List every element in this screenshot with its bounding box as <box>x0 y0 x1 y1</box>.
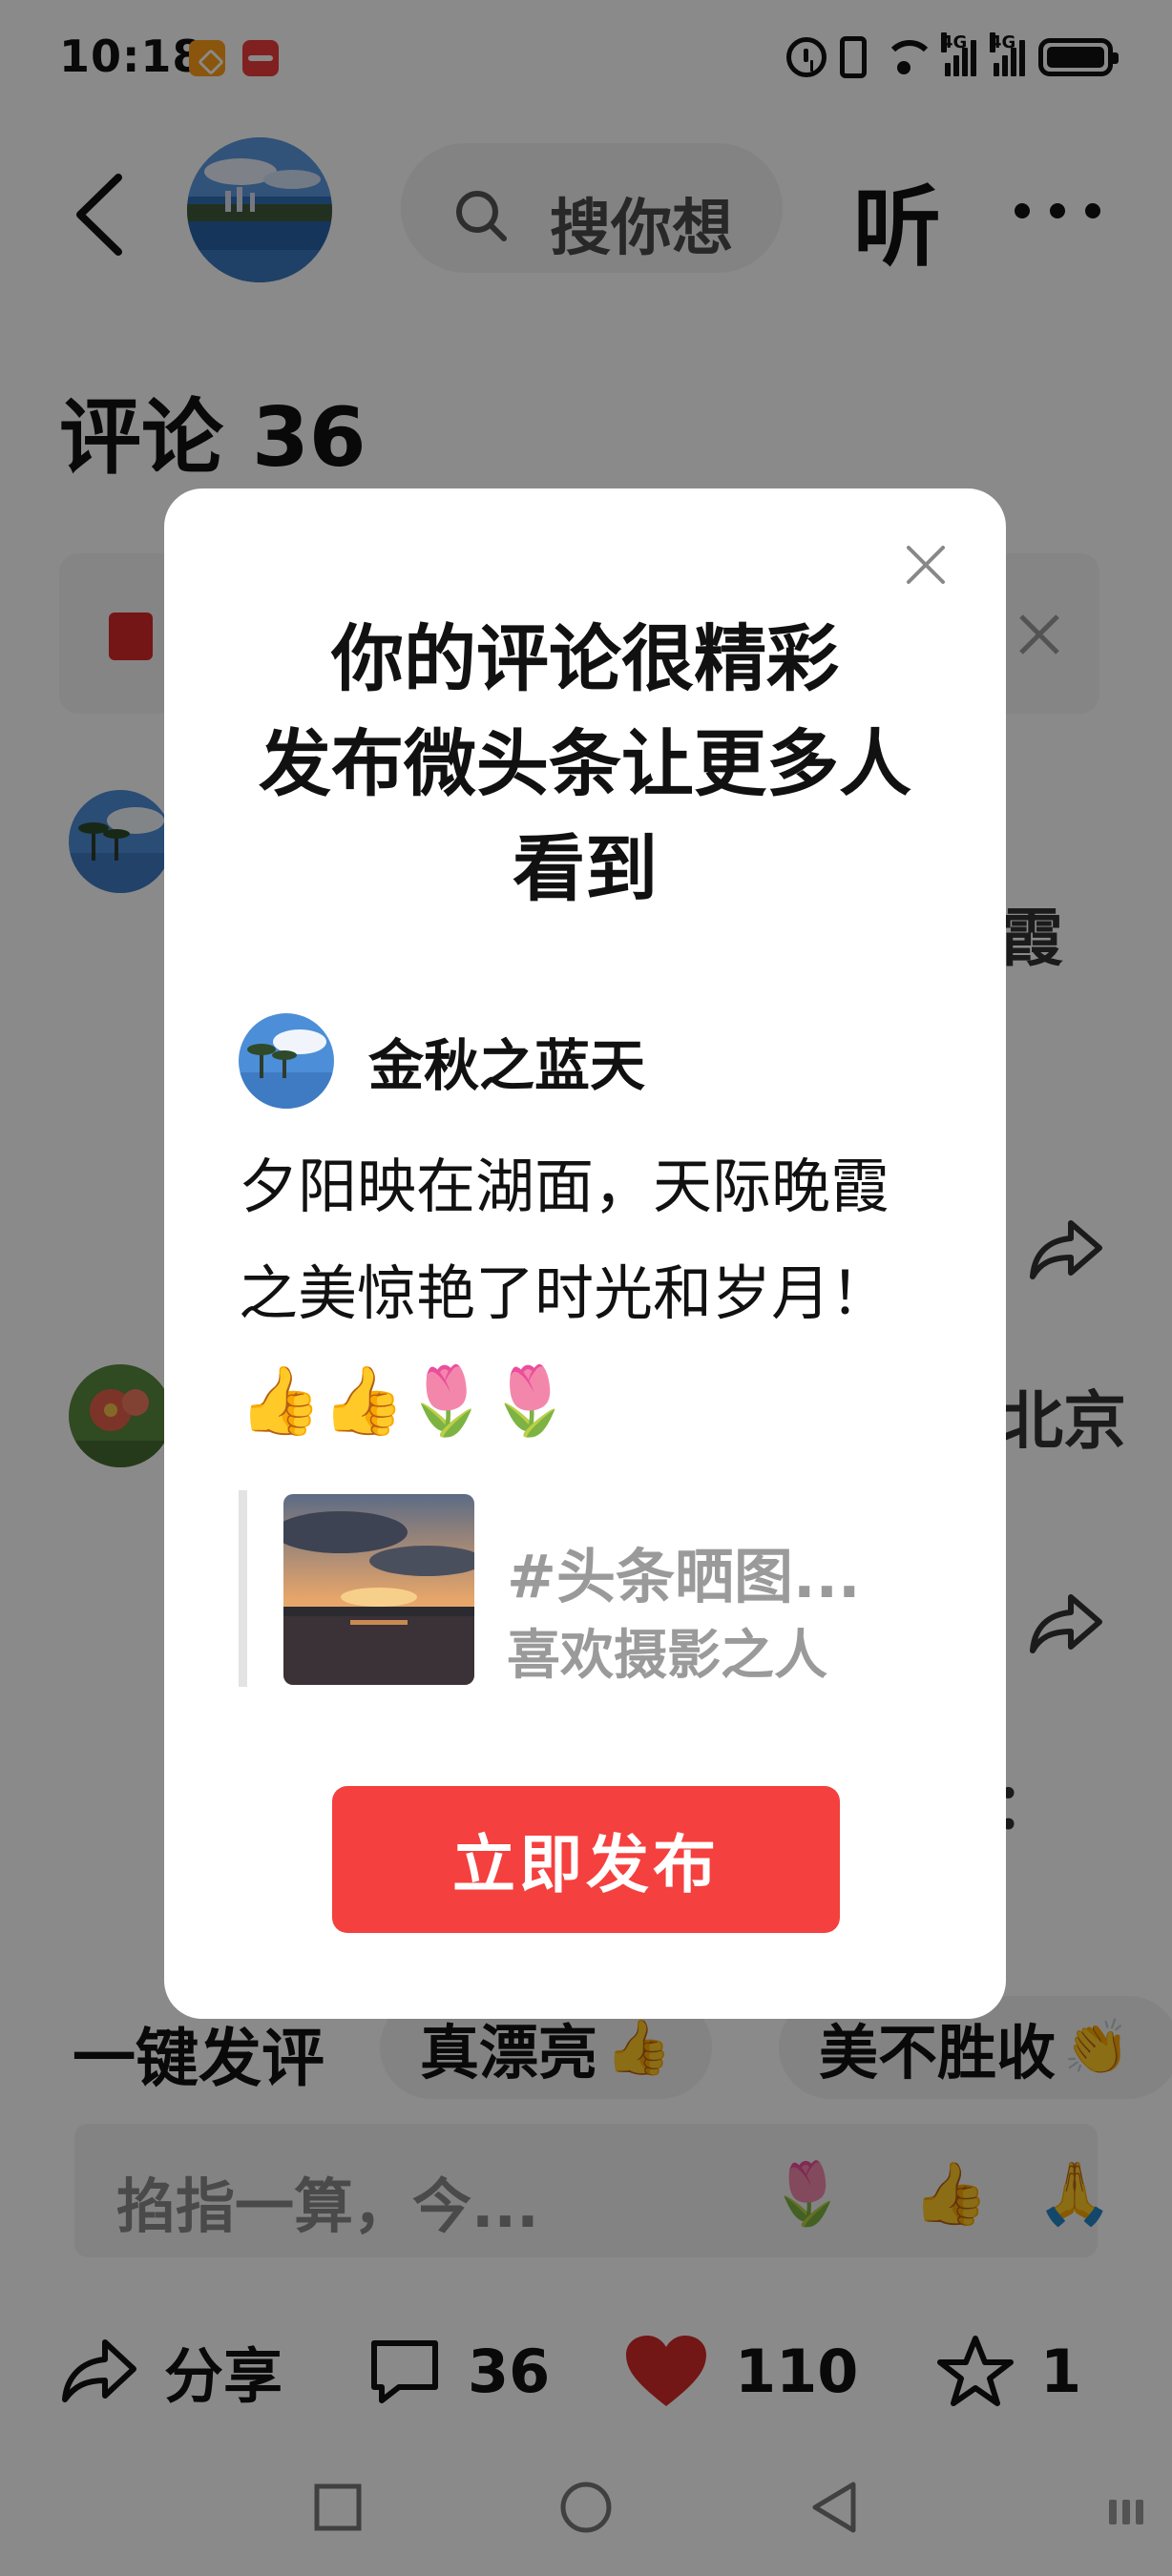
comment-text: 夕阳映在湖面，天际晚霞之美惊艳了时光和岁月！ <box>239 1152 890 1328</box>
quoted-post-author: 喜欢摄影之人 <box>507 1625 827 1687</box>
publish-button[interactable]: 立即发布 <box>332 1786 840 1933</box>
comment-author-name: 金秋之蓝天 <box>368 1033 646 1098</box>
quoted-post-title: #头条晒图... <box>507 1542 861 1611</box>
close-icon[interactable] <box>905 544 947 586</box>
palm-avatar-image <box>239 1013 334 1109</box>
quoted-post: #头条晒图... 喜欢摄影之人 <box>239 1490 907 1687</box>
thumbs-up-emoji-icon: 👍 <box>239 1361 323 1440</box>
sunset-lake-image <box>283 1494 474 1685</box>
dialog-title: 你的评论很精彩 发布微头条让更多人 看到 <box>164 607 1006 922</box>
comment-body: 夕阳映在湖面，天际晚霞之美惊艳了时光和岁月！ 👍👍🌷🌷 <box>239 1133 945 1457</box>
comment-author-avatar <box>239 1013 334 1109</box>
quoted-post-thumbnail <box>283 1494 474 1685</box>
dialog-title-line: 发布微头条让更多人 <box>259 721 911 806</box>
dialog-title-line: 你的评论很精彩 <box>331 616 839 701</box>
tulip-emoji-icon: 🌷 <box>405 1361 489 1440</box>
publish-dialog: 你的评论很精彩 发布微头条让更多人 看到 金秋之蓝天 夕阳映在湖面，天际晚霞之美… <box>164 488 1006 2019</box>
dialog-title-line: 看到 <box>513 826 658 911</box>
comment-author-row: 金秋之蓝天 <box>239 1011 645 1111</box>
tulip-emoji-icon: 🌷 <box>488 1361 572 1440</box>
thumbs-up-emoji-icon: 👍 <box>322 1361 406 1440</box>
